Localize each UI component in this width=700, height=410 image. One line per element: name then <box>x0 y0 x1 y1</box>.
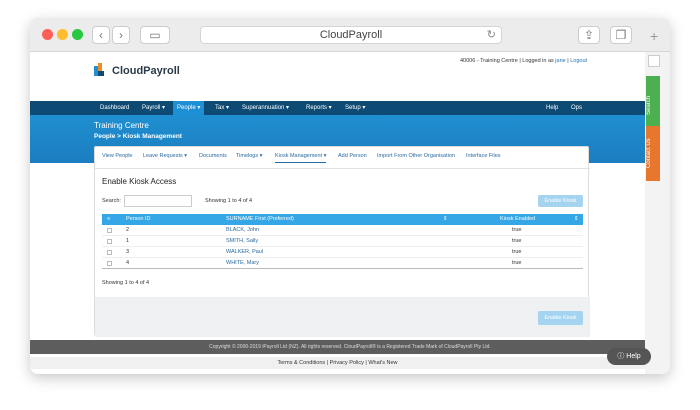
nav-payroll[interactable]: Payroll ▾ <box>142 101 165 115</box>
main-nav: Dashboard Payroll ▾ People ▾ Tax ▾ Super… <box>30 101 645 115</box>
panel-footer: Enable Kiosk <box>95 297 590 337</box>
subnav-timelogs[interactable]: Timelogs ▾ <box>236 153 262 159</box>
subnav-view-people[interactable]: View People <box>102 153 132 159</box>
subnav-leave-requests[interactable]: Leave Requests ▾ <box>143 153 187 159</box>
person-id: 4 <box>126 260 130 266</box>
help-icon: ⓘ <box>617 353 627 360</box>
table-row[interactable]: 3 WALKER, Paul true <box>102 247 583 258</box>
web-page: CloudPayroll 40006 - Training Centre | L… <box>30 52 645 374</box>
address-bar[interactable]: CloudPayroll ↻ <box>200 26 502 44</box>
person-name[interactable]: BLACK, John <box>226 227 259 233</box>
person-id: 2 <box>126 227 130 233</box>
help-button[interactable]: ⓘ Help <box>607 348 651 365</box>
nav-help[interactable]: Help <box>546 101 558 115</box>
col-person-id[interactable]: Person ID <box>126 216 150 222</box>
cloudpayroll-logo-icon <box>94 63 104 76</box>
kiosk-enabled: true <box>512 249 522 255</box>
sort-icon[interactable]: ⇕ <box>574 216 579 222</box>
content-card: View People Leave Requests ▾ Documents T… <box>94 146 590 337</box>
forward-arrow-icon[interactable]: › <box>112 26 130 44</box>
person-name[interactable]: SMITH, Sally <box>226 238 258 244</box>
person-name[interactable]: WALKER, Paul <box>226 249 263 255</box>
kiosk-enabled: true <box>512 260 522 266</box>
kiosk-enabled: true <box>512 238 522 244</box>
select-all-icon[interactable]: ≡ <box>107 216 110 222</box>
nav-dashboard[interactable]: Dashboard <box>100 101 129 115</box>
table-header: ≡ Person ID SURNAME First (Preferred) ⇕ … <box>102 214 583 225</box>
close-window-dot[interactable] <box>42 29 53 40</box>
table-row[interactable]: 1 SMITH, Sally true <box>102 236 583 247</box>
org-title: Training Centre <box>94 121 149 130</box>
breadcrumb: People > Kiosk Management <box>94 133 182 140</box>
row-checkbox[interactable] <box>107 228 112 233</box>
url-text: CloudPayroll <box>319 29 383 41</box>
footer-links[interactable]: Terms & Conditions | Privacy Policy | Wh… <box>30 357 645 369</box>
account-prefix: 40006 - Training Centre | Logged in as <box>460 58 556 64</box>
col-name[interactable]: SURNAME First (Preferred) <box>226 216 294 222</box>
new-tab-icon[interactable]: + <box>650 28 658 44</box>
table-row[interactable]: 4 WHITE, Mary true <box>102 258 583 269</box>
nav-setup[interactable]: Setup ▾ <box>345 101 365 115</box>
logout-link[interactable]: Logout <box>570 58 587 64</box>
nav-superannuation[interactable]: Superannuation ▾ <box>242 101 289 115</box>
side-tab-contact[interactable]: Contact Us <box>646 126 660 181</box>
person-name[interactable]: WHITE, Mary <box>226 260 259 266</box>
browser-toolbar: ‹ › ▭ CloudPayroll ↻ ⇪ ❐ + <box>30 18 670 52</box>
kiosk-enabled: true <box>512 227 522 233</box>
subnav-kiosk-management[interactable]: Kiosk Management ▾ <box>275 153 327 163</box>
row-checkbox[interactable] <box>107 239 112 244</box>
person-id: 3 <box>126 249 130 255</box>
nav-tax[interactable]: Tax ▾ <box>215 101 229 115</box>
enable-kiosk-button-bottom[interactable]: Enable Kiosk <box>538 311 583 325</box>
search-input[interactable] <box>124 195 192 207</box>
account-info: 40006 - Training Centre | Logged in as j… <box>460 58 587 64</box>
back-arrow-icon[interactable]: ‹ <box>92 26 110 44</box>
col-kiosk-enabled[interactable]: Kiosk Enabled <box>500 216 535 222</box>
table-row[interactable]: 2 BLACK, John true <box>102 225 583 236</box>
sidebar-toggle-icon[interactable]: ▭ <box>140 26 170 44</box>
showing-top: Showing 1 to 4 of 4 <box>205 198 253 204</box>
row-checkbox[interactable] <box>107 261 112 266</box>
minimize-window-dot[interactable] <box>57 29 68 40</box>
subnav-import[interactable]: Import From Other Organisation <box>377 153 455 159</box>
panel-title: Enable Kiosk Access <box>102 177 177 186</box>
subnav-add-person[interactable]: Add Person <box>338 153 367 159</box>
site-header: CloudPayroll 40006 - Training Centre | L… <box>30 52 645 101</box>
search-label: Search: <box>102 198 121 204</box>
copyright: Copyright © 2000-2019 iPayroll Ltd (NZ).… <box>30 340 670 354</box>
enable-kiosk-button-top[interactable]: Enable Kiosk <box>538 195 583 207</box>
row-checkbox[interactable] <box>107 250 112 255</box>
share-icon[interactable]: ⇪ <box>578 26 600 44</box>
nav-reports[interactable]: Reports ▾ <box>306 101 332 115</box>
maximize-window-dot[interactable] <box>72 29 83 40</box>
showing-bottom: Showing 1 to 4 of 4 <box>102 280 150 286</box>
browser-window: ‹ › ▭ CloudPayroll ↻ ⇪ ❐ + CloudPayroll 4… <box>30 18 670 374</box>
subnav-interface-files[interactable]: Interface Files <box>466 153 501 159</box>
nav-people[interactable]: People ▾ <box>173 101 205 115</box>
nav-ops[interactable]: Ops <box>571 101 582 115</box>
user-link[interactable]: jane <box>555 58 565 64</box>
tabs-icon[interactable]: ❐ <box>610 26 632 44</box>
help-label: Help <box>626 353 641 360</box>
extension-icon[interactable] <box>648 55 660 67</box>
person-id: 1 <box>126 238 130 244</box>
subnav-documents[interactable]: Documents <box>199 153 227 159</box>
sub-navigation: View People Leave Requests ▾ Documents T… <box>95 147 590 169</box>
brand-name: CloudPayroll <box>112 65 180 77</box>
sort-icon[interactable]: ⇕ <box>443 216 448 222</box>
reload-icon[interactable]: ↻ <box>487 27 496 44</box>
